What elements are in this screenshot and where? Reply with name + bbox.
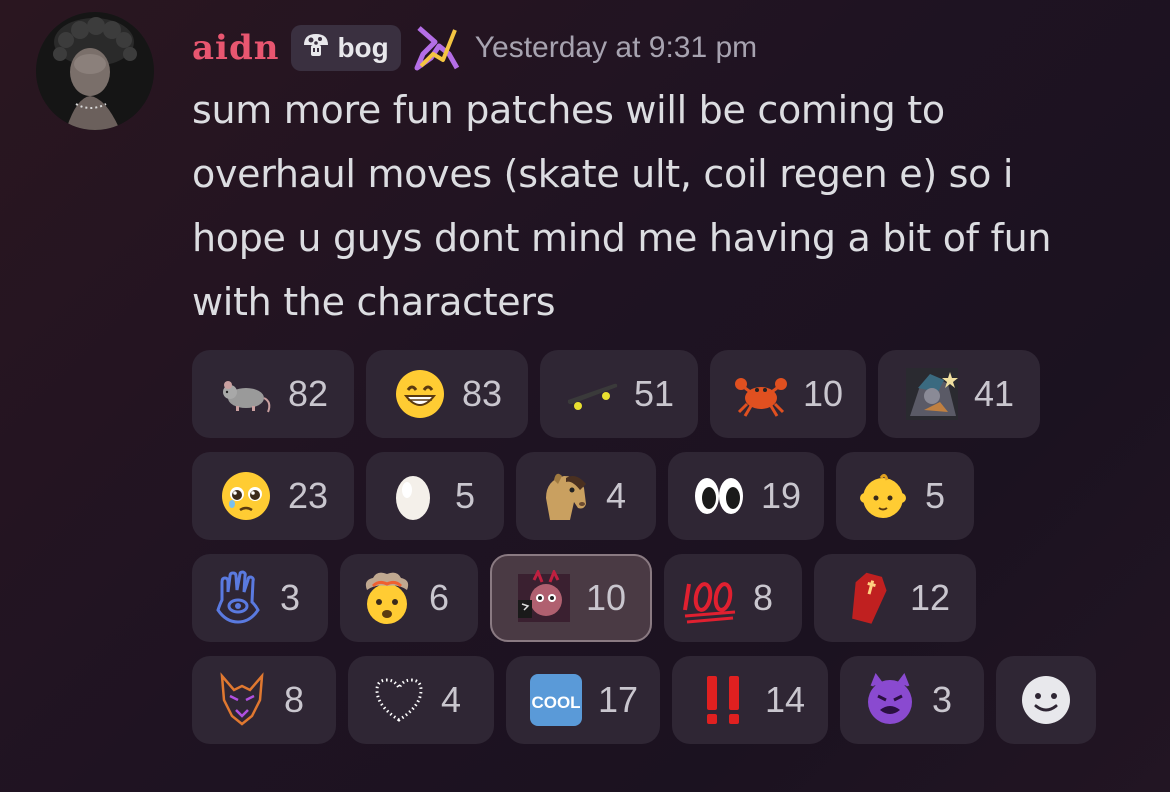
reaction-count: 51 (633, 373, 675, 414)
reaction-count: 10 (585, 577, 627, 618)
reaction-heart-outline[interactable]: 4 (348, 656, 494, 744)
rat-icon (218, 366, 274, 422)
skateboard-icon (564, 366, 620, 422)
heart-outline-icon (371, 672, 427, 728)
reaction-eyes[interactable]: 19 (668, 452, 824, 540)
reaction-cool-button[interactable]: COOL 17 (506, 656, 660, 744)
avatar[interactable] (36, 12, 154, 130)
eyes-icon (691, 468, 747, 524)
reaction-count: 82 (287, 373, 329, 414)
reaction-count: 4 (606, 475, 627, 516)
reaction-purple-demon[interactable]: 3 (840, 656, 984, 744)
reaction-count: 19 (760, 475, 802, 516)
reaction-pleading-face[interactable]: 23 (192, 452, 354, 540)
mushroom-icon (301, 30, 331, 67)
hamsa-icon (210, 570, 266, 626)
cool-button-icon: COOL (528, 672, 584, 728)
custom-character-emoji (904, 366, 960, 422)
reaction-rat[interactable]: 82 (192, 350, 354, 438)
reaction-egg[interactable]: 5 (366, 452, 504, 540)
svg-text:COOL: COOL (531, 693, 580, 712)
message-line: hope u guys dont mind me having a bit of… (192, 216, 1052, 260)
reaction-crab[interactable]: 10 (710, 350, 866, 438)
reaction-row: 23 5 4 19 5 (192, 452, 1152, 540)
reaction-count: 10 (802, 373, 844, 414)
exploding-head-icon (359, 570, 415, 626)
reaction-row: 82 83 51 10 41 (192, 350, 1152, 438)
hundred-points-icon (683, 570, 739, 626)
reaction-count: 8 (284, 679, 305, 720)
reaction-count: 5 (455, 475, 476, 516)
reaction-custom-character[interactable]: 41 (878, 350, 1040, 438)
reaction-coffin[interactable]: 12 (814, 554, 976, 642)
message-line: with the characters (192, 280, 556, 324)
message-header: aidn bog Yesterday at 9:31 pm (192, 20, 757, 76)
reaction-count: 3 (280, 577, 301, 618)
reaction-row: 8 4 COOL 17 14 3 (192, 656, 1152, 744)
reaction-horse[interactable]: 4 (516, 452, 656, 540)
reaction-count: 12 (909, 577, 951, 618)
reaction-count: 23 (287, 475, 329, 516)
add-reaction-smiley-icon (1018, 672, 1074, 728)
role-icon[interactable] (413, 24, 461, 72)
username[interactable]: aidn (192, 28, 279, 68)
reaction-count: 3 (932, 679, 953, 720)
add-reaction-button[interactable] (996, 656, 1096, 744)
server-tag-label: bog (337, 32, 389, 63)
baby-icon (855, 468, 911, 524)
reaction-wolf[interactable]: 8 (192, 656, 336, 744)
message-content: sum more fun patches will be coming to o… (192, 78, 1152, 334)
reaction-count: 41 (973, 373, 1015, 414)
reaction-grin[interactable]: 83 (366, 350, 528, 438)
timestamp: Yesterday at 9:31 pm (474, 31, 758, 64)
reaction-count: 6 (429, 577, 450, 618)
purple-demon-icon (862, 672, 918, 728)
reaction-count: 14 (764, 679, 806, 720)
egg-icon (385, 468, 441, 524)
reaction-exploding-head[interactable]: 6 (340, 554, 478, 642)
reaction-count: 5 (925, 475, 946, 516)
double-exclamation-icon (695, 672, 751, 728)
custom-demon-emoji (516, 570, 572, 626)
reaction-hamsa[interactable]: 3 (192, 554, 328, 642)
reaction-count: 83 (461, 373, 503, 414)
grin-icon (392, 366, 448, 422)
server-tag[interactable]: bog (291, 25, 401, 71)
reactions-bar: 82 83 51 10 41 23 5 4 19 5 3 6 10 8 12 8… (192, 350, 1152, 758)
horse-icon (536, 468, 592, 524)
message-line: overhaul moves (skate ult, coil regen e)… (192, 152, 1014, 196)
reaction-count: 8 (753, 577, 774, 618)
reaction-hundred-points[interactable]: 8 (664, 554, 802, 642)
reaction-count: 17 (597, 679, 639, 720)
reaction-skateboard[interactable]: 51 (540, 350, 698, 438)
coffin-icon (840, 570, 896, 626)
reaction-baby[interactable]: 5 (836, 452, 974, 540)
crab-icon (733, 366, 789, 422)
message-line: sum more fun patches will be coming to (192, 88, 945, 132)
reaction-custom-demon[interactable]: 10 (490, 554, 652, 642)
pleading-face-icon (218, 468, 274, 524)
reaction-double-exclamation[interactable]: 14 (672, 656, 828, 744)
reaction-count: 4 (441, 679, 462, 720)
reaction-row: 3 6 10 8 12 (192, 554, 1152, 642)
message: aidn bog Yesterday at 9:31 pm sum more f… (0, 0, 1170, 792)
wolf-icon (214, 672, 270, 728)
